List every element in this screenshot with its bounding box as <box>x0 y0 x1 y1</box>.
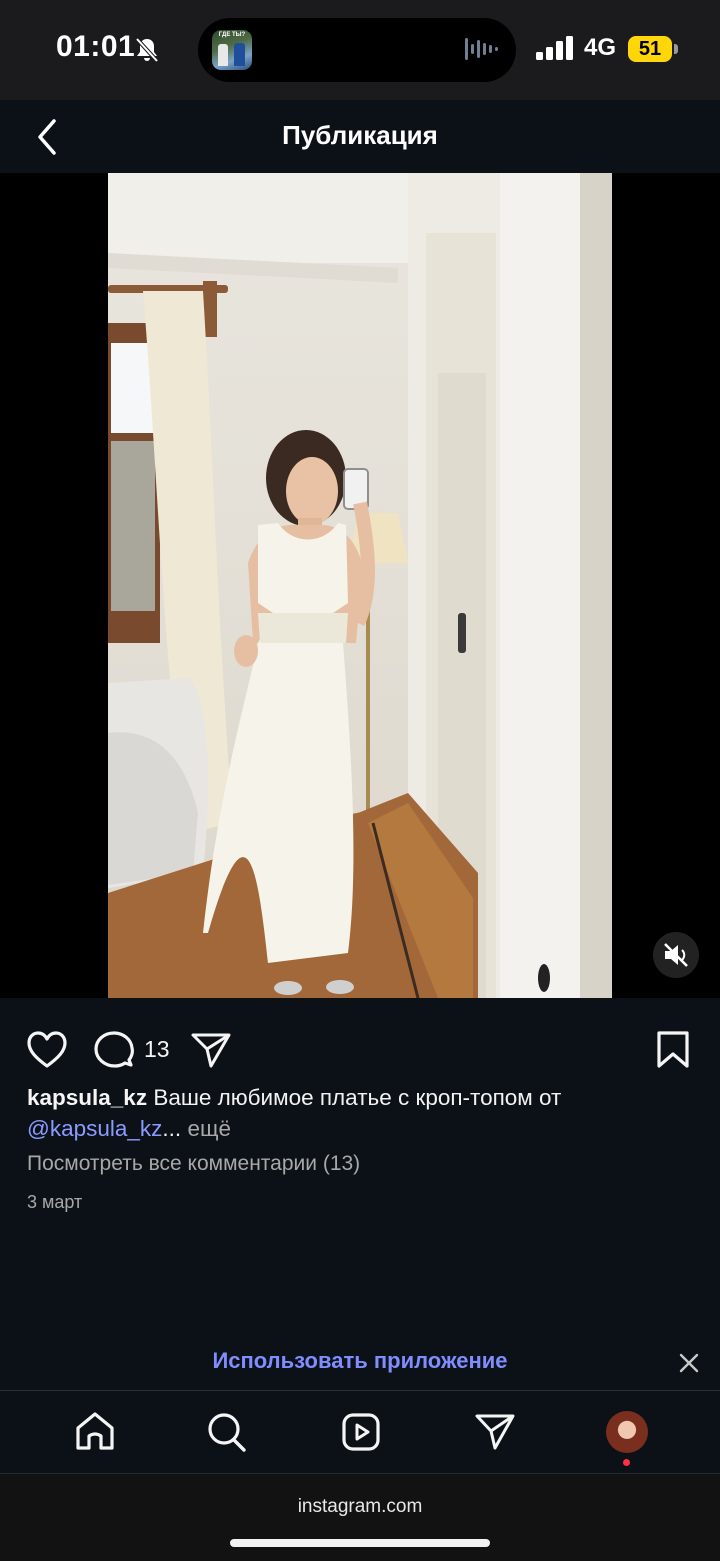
post-caption: kapsula_kz Ваше любимое платье с кроп-то… <box>27 1082 687 1144</box>
battery-cap <box>674 44 678 54</box>
share-button[interactable] <box>190 1030 232 1075</box>
muted-speaker-icon <box>664 943 688 967</box>
mute-toggle-button[interactable] <box>653 932 699 978</box>
caption-ellipsis: ... <box>162 1116 182 1141</box>
comment-count: 13 <box>144 1036 170 1062</box>
comment-icon <box>94 1031 134 1068</box>
signal-icon <box>536 36 573 60</box>
page-title: Публикация <box>282 120 438 150</box>
sound-wave-icon <box>465 38 498 60</box>
caption-mention-link[interactable]: @kapsula_kz <box>27 1116 162 1141</box>
open-app-link[interactable]: Использовать приложение <box>0 1348 720 1374</box>
browser-url[interactable]: instagram.com <box>0 1496 720 1518</box>
mute-bell-icon <box>135 37 159 63</box>
nav-profile-avatar[interactable] <box>606 1411 648 1453</box>
heart-icon <box>27 1031 67 1068</box>
view-all-comments-link[interactable]: Посмотреть все комментарии (13) <box>27 1152 360 1176</box>
reels-icon <box>342 1413 380 1451</box>
close-icon <box>679 1353 699 1373</box>
home-icon <box>76 1412 114 1450</box>
caption-more-link[interactable]: ещё <box>181 1116 231 1141</box>
status-time: 01:01 <box>56 30 136 63</box>
nav-direct-button[interactable] <box>474 1410 516 1459</box>
thumbnail-label: ГДЕ ТЫ? <box>218 32 246 38</box>
like-button[interactable] <box>26 1030 68 1075</box>
direct-icon <box>475 1414 515 1450</box>
notification-dot <box>623 1459 630 1466</box>
thumbnail-figure <box>218 44 228 66</box>
caption-text: Ваше любимое платье с кроп-топом от <box>147 1085 562 1110</box>
post-date: 3 март <box>27 1192 83 1212</box>
banner-close-button[interactable] <box>678 1352 700 1379</box>
share-icon <box>191 1033 231 1068</box>
video-frame-illustration <box>108 173 612 998</box>
home-indicator[interactable] <box>230 1539 490 1547</box>
thumbnail-figure <box>234 43 245 66</box>
nav-reels-button[interactable] <box>340 1410 382 1459</box>
now-playing-thumbnail[interactable]: ГДЕ ТЫ? <box>212 30 252 70</box>
post-video[interactable] <box>108 173 612 998</box>
save-button[interactable] <box>655 1030 691 1075</box>
nav-search-button[interactable] <box>206 1410 248 1459</box>
search-icon <box>208 1413 246 1452</box>
nav-home-button[interactable] <box>74 1410 116 1459</box>
comment-button[interactable] <box>93 1030 135 1075</box>
battery-level: 51 <box>638 38 662 60</box>
bookmark-icon <box>657 1031 689 1068</box>
network-type: 4G <box>584 34 617 61</box>
caption-username[interactable]: kapsula_kz <box>27 1085 147 1110</box>
